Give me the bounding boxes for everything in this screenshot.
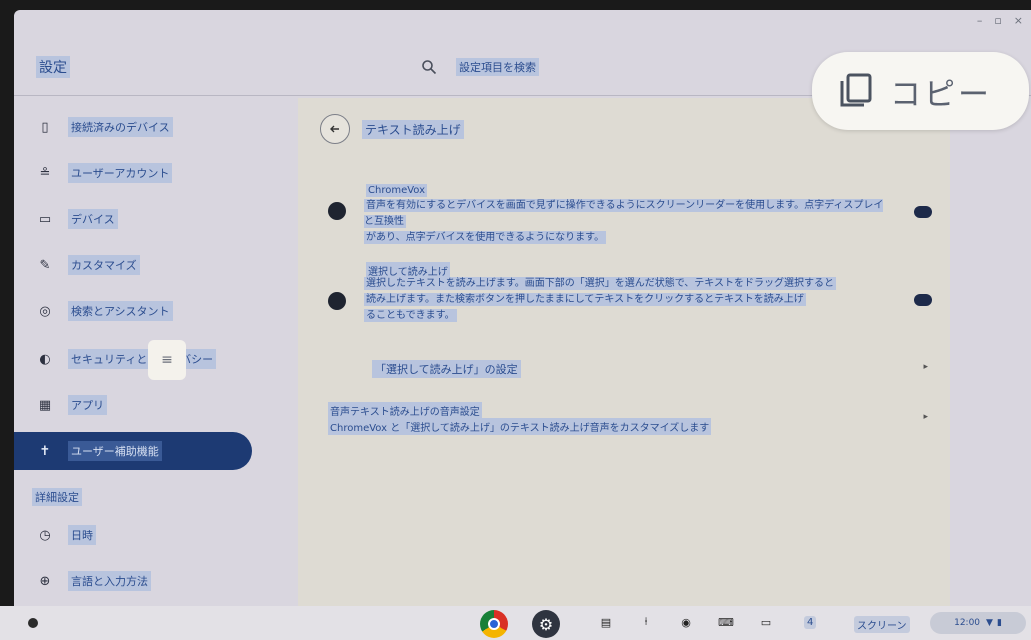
shelf: ⚙ ▤ ⍿ ◉ ⌨ ▭ 4 スクリーン 12:00 ▼ ▮: [0, 606, 1031, 640]
sidebar-item-search-assistant[interactable]: ◎ 検索とアシスタント: [14, 292, 284, 330]
copy-icon: [840, 73, 872, 107]
laptop-icon: ▭: [38, 211, 52, 227]
advanced-section-header[interactable]: 詳細設定: [32, 488, 82, 506]
page-title: 設定: [36, 56, 70, 78]
clock-icon: ◷: [39, 527, 51, 543]
selection-handle-icon[interactable]: ≡: [148, 340, 186, 380]
accessibility-icon: ✝: [39, 443, 51, 459]
sidebar-item-label: ユーザー補助機能: [68, 441, 162, 461]
setting-description: 音声を有効にするとデバイスを画面で見ずに操作できるようにスクリーンリーダーを使用…: [364, 198, 884, 246]
files-icon[interactable]: ▤: [598, 614, 614, 630]
setting-desc-line: 読み上げます。また検索ボタンを押したままにしてテキストをクリックするとテキストを…: [364, 293, 806, 306]
phone-icon: ▯: [41, 119, 49, 135]
sidebar-item-languages[interactable]: ⊕ 言語と入力方法: [14, 562, 284, 600]
arrow-left-icon: [330, 125, 339, 133]
setting-desc-line: 音声を有効にするとデバイスを画面で見ずに操作できるようにスクリーンリーダーを使用…: [364, 199, 884, 228]
person-icon: ≗: [39, 165, 51, 181]
sidebar-item-label: デバイス: [68, 209, 118, 229]
settings-icon[interactable]: ⚙: [532, 610, 560, 638]
wifi-icon: ▼: [986, 618, 993, 628]
sidebar-item-label: 検索とアシスタント: [68, 301, 173, 321]
status-area[interactable]: 12:00 ▼ ▮: [930, 612, 1026, 634]
sidebar-item-label: 日時: [68, 525, 96, 545]
setting-title: 音声テキスト読み上げの音声設定: [328, 402, 482, 419]
select-to-speak-icon: [328, 292, 346, 310]
sidebar-item-apps[interactable]: ▦ アプリ: [14, 386, 284, 424]
close-button[interactable]: ×: [1014, 14, 1023, 27]
setting-title: ChromeVox: [366, 184, 428, 197]
sidebar-item-date-time[interactable]: ◷ 日時: [14, 516, 284, 554]
notification-count[interactable]: 4: [804, 616, 817, 629]
minimize-button[interactable]: –: [977, 14, 983, 27]
screen-icon[interactable]: ▭: [758, 614, 774, 630]
select-to-speak-settings-label: 「選択して読み上げ」の設定: [372, 360, 521, 378]
chevron-right-icon: ▸: [923, 362, 928, 372]
sidebar-item-label: ユーザーアカウント: [68, 163, 173, 183]
apps-icon: ▦: [38, 397, 52, 413]
desktop: – ▫ × 設定 設定項目を検索 ▯ 接続済みのデバイス ≗ ユーザーアカウント: [0, 0, 1031, 640]
setting-desc-line: があり、点字デバイスを使用できるようになります。: [364, 231, 607, 244]
copy-label: コピー: [890, 76, 992, 113]
window-controls: – ▫ ×: [977, 14, 1023, 27]
setting-description: ChromeVox と「選択して読み上げ」のテキスト読み上げ音声をカスタマイズし…: [328, 418, 712, 435]
chrome-icon[interactable]: [480, 610, 508, 638]
search-icon: [418, 56, 440, 78]
title-bar: – ▫ ×: [14, 10, 1031, 34]
sidebar-item-personalization[interactable]: ✎ カスタマイズ: [14, 246, 284, 284]
globe-icon: ⊕: [39, 573, 51, 589]
pin-icon[interactable]: ⍿: [638, 614, 654, 630]
clock-text: 12:00: [954, 618, 981, 628]
search-box[interactable]: 設定項目を検索: [412, 52, 546, 82]
chromevox-icon: [328, 202, 346, 220]
sidebar-item-label: 接続済みのデバイス: [68, 117, 173, 137]
shield-icon[interactable]: ◉: [678, 614, 694, 630]
setting-description: 選択したテキストを読み上げます。画面下部の「選択」を選んだ状態で、テキストをドラ…: [364, 276, 884, 324]
screen-capture-label[interactable]: スクリーン: [854, 616, 910, 633]
select-to-speak-settings-row[interactable]: 「選択して読み上げ」の設定 ▸: [298, 354, 950, 382]
back-button[interactable]: [320, 114, 350, 144]
chromevox-toggle[interactable]: [914, 206, 932, 218]
sidebar-item-label: カスタマイズ: [68, 255, 140, 275]
chevron-right-icon: ▸: [923, 412, 928, 422]
sidebar-item-label: セキュリティとプライバシー: [68, 349, 217, 369]
maximize-button[interactable]: ▫: [994, 14, 1001, 27]
launcher-button[interactable]: [28, 618, 38, 628]
brush-icon: ✎: [39, 257, 51, 273]
keyboard-icon[interactable]: ⌨: [718, 614, 734, 630]
tts-voice-settings-row[interactable]: 音声テキスト読み上げの音声設定 ChromeVox と「選択して読み上げ」のテキ…: [298, 400, 950, 440]
search-icon: ◎: [39, 303, 51, 319]
main-content: テキスト読み上げ ChromeVox 音声を有効にするとデバイスを画面で見ずに操…: [298, 98, 950, 606]
sidebar-item-device[interactable]: ▭ デバイス: [14, 200, 284, 238]
battery-icon: ▮: [996, 618, 1002, 628]
setting-desc-line: 選択したテキストを読み上げます。画面下部の「選択」を選んだ状態で、テキストをドラ…: [364, 277, 836, 290]
subpage-header: テキスト読み上げ: [320, 114, 464, 144]
setting-desc-line: ることもできます。: [364, 309, 457, 322]
sidebar-item-label: アプリ: [68, 395, 107, 415]
sidebar-item-accessibility[interactable]: ✝ ユーザー補助機能: [14, 432, 252, 470]
select-to-speak-toggle[interactable]: [914, 294, 932, 306]
sidebar-item-label: 言語と入力方法: [68, 571, 151, 591]
shield-icon: ◐: [39, 351, 51, 367]
subpage-title: テキスト読み上げ: [362, 119, 464, 139]
sidebar-item-accounts[interactable]: ≗ ユーザーアカウント: [14, 154, 284, 192]
search-input[interactable]: 設定項目を検索: [456, 58, 539, 76]
sidebar-item-connected-devices[interactable]: ▯ 接続済みのデバイス: [14, 108, 284, 146]
copy-popup[interactable]: コピー: [812, 52, 1029, 130]
